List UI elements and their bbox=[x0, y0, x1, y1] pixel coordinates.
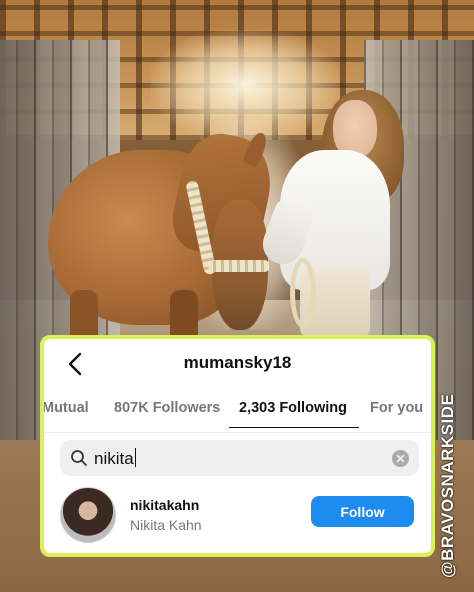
divider bbox=[44, 432, 431, 433]
active-tab-indicator bbox=[229, 427, 359, 428]
clear-icon bbox=[392, 450, 409, 467]
list-item[interactable]: nikitakahn Nikita Kahn Follow bbox=[60, 487, 419, 545]
profile-header: mumansky18 bbox=[44, 339, 431, 389]
follow-button[interactable]: Follow bbox=[311, 496, 414, 527]
clear-search-button[interactable] bbox=[392, 450, 409, 467]
search-value: nikita bbox=[94, 449, 134, 468]
follow-tabs: Mutual 807K Followers 2,303 Following Fo… bbox=[44, 397, 431, 433]
rope-halter bbox=[208, 260, 270, 272]
avatar[interactable] bbox=[60, 487, 116, 543]
profile-username: mumansky18 bbox=[183, 353, 292, 372]
text-caret bbox=[134, 448, 137, 467]
watermark: @BRAVOSNARKSIDE bbox=[438, 393, 457, 578]
tab-following[interactable]: 2,303 Following bbox=[239, 397, 347, 419]
search-input[interactable]: nikita bbox=[60, 440, 419, 476]
tab-for-you[interactable]: For you bbox=[370, 397, 423, 419]
lead-rope bbox=[290, 258, 316, 328]
tab-mutual[interactable]: Mutual bbox=[44, 397, 89, 419]
search-text-wrap: nikita bbox=[94, 448, 137, 469]
search-icon bbox=[71, 450, 87, 466]
following-card: mumansky18 Mutual 807K Followers 2,303 F… bbox=[40, 335, 435, 557]
tab-followers[interactable]: 807K Followers bbox=[114, 397, 220, 419]
result-full-name: Nikita Kahn bbox=[130, 517, 202, 533]
result-username[interactable]: nikitakahn bbox=[130, 497, 199, 513]
